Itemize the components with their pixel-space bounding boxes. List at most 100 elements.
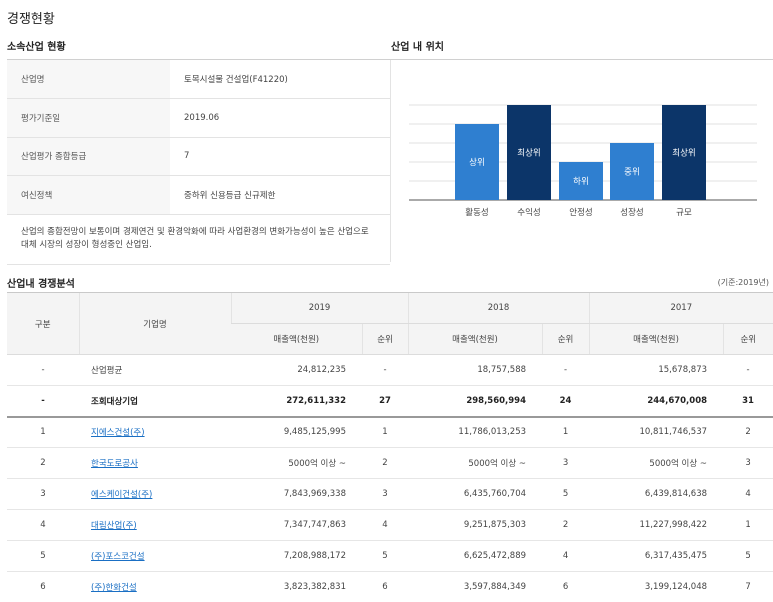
sales-2018-cell: 11,786,013,253 bbox=[408, 416, 543, 448]
row-company-cell: 한국도로공사 bbox=[79, 447, 231, 479]
bar-level-label: 하위 bbox=[573, 176, 589, 187]
category-tick-label: 활동성 bbox=[465, 207, 488, 218]
rank-2017-cell: 31 bbox=[723, 385, 773, 418]
row-group-cell: 2 bbox=[7, 447, 79, 479]
rank-2019-cell: 2 bbox=[362, 447, 409, 479]
info-value: 중하위 신용등급 신규제한 bbox=[170, 175, 390, 215]
page-title: 경쟁현황 bbox=[7, 12, 55, 27]
header-year-2019: 2019 bbox=[230, 292, 409, 324]
bar-level-label: 최상위 bbox=[672, 148, 695, 159]
bar-level-label: 최상위 bbox=[517, 148, 540, 159]
header-sales: 매출액(천원) bbox=[588, 323, 724, 355]
rank-2017-cell: 3 bbox=[723, 447, 773, 479]
rank-2019-cell: 6 bbox=[362, 571, 409, 602]
info-label: 여신정책 bbox=[7, 175, 170, 215]
sales-2019-cell: 24,812,235 bbox=[231, 354, 362, 386]
sales-2017-cell: 6,317,435,475 bbox=[589, 540, 724, 572]
rank-2017-cell: 4 bbox=[723, 478, 773, 510]
rank-2018-cell: 24 bbox=[542, 385, 590, 418]
row-company-cell: 대림산업(주) bbox=[79, 509, 231, 541]
sales-2018-cell: 6,435,760,704 bbox=[408, 478, 543, 510]
row-group-cell: - bbox=[7, 354, 79, 386]
rank-2018-cell: - bbox=[542, 354, 590, 386]
header-group: 구분 bbox=[7, 292, 79, 355]
rank-2019-cell: 27 bbox=[362, 385, 409, 418]
company-link[interactable]: 에스케이건설(주) bbox=[91, 490, 152, 500]
company-link[interactable]: (주)포스코건설 bbox=[91, 552, 145, 562]
info-value: 2019.06 bbox=[170, 98, 390, 138]
header-sales: 매출액(천원) bbox=[231, 323, 362, 355]
info-label: 산업평가 종합등급 bbox=[7, 137, 170, 176]
competition-table: 구분 기업명 2019 2018 2017 매출액(천원) 순위 매출액(천원)… bbox=[7, 292, 773, 602]
sales-2018-cell: 6,625,472,889 bbox=[408, 540, 543, 572]
rank-2017-cell: - bbox=[723, 354, 773, 386]
header-rank: 순위 bbox=[722, 323, 773, 355]
header-rank: 순위 bbox=[541, 323, 590, 355]
sales-2019-cell: 7,208,988,172 bbox=[231, 540, 362, 572]
rank-2018-cell: 5 bbox=[542, 478, 590, 510]
rank-2019-cell: 5 bbox=[362, 540, 409, 572]
header-rank: 순위 bbox=[361, 323, 409, 355]
table-row: 1 지에스건설(주) 9,485,125,995 1 11,786,013,253 1 10… bbox=[7, 416, 773, 448]
info-label: 평가기준일 bbox=[7, 98, 170, 138]
table-row: 2 한국도로공사 5000억 이상 ~2 5000억 이상 ~3 5000억 이상 ~3 bbox=[7, 447, 773, 479]
category-tick-label: 수익성 bbox=[517, 207, 540, 218]
row-group-cell: - bbox=[7, 385, 79, 418]
info-value: 7 bbox=[170, 137, 390, 176]
info-row: 평가기준일 2019.06 bbox=[7, 98, 390, 138]
company-link[interactable]: 지에스건설(주) bbox=[91, 428, 145, 438]
sales-2017-cell: 15,678,873 bbox=[589, 354, 724, 386]
competition-title: 산업내 경쟁분석 bbox=[7, 279, 75, 290]
category-tick-label: 성장성 bbox=[620, 207, 643, 218]
rank-2017-cell: 1 bbox=[723, 509, 773, 541]
sales-2017-cell: 10,811,746,537 bbox=[589, 416, 724, 448]
header-year-2017: 2017 bbox=[588, 292, 773, 324]
sales-2018-cell: 9,251,875,303 bbox=[408, 509, 543, 541]
sales-2019-cell: 5000억 이상 ~ bbox=[231, 447, 362, 479]
info-label: 산업명 bbox=[7, 60, 170, 99]
industry-description: 산업의 종합전망이 보통이며 경제연건 및 환경악화에 따라 사업환경의 변화가… bbox=[7, 214, 390, 265]
row-group-cell: 1 bbox=[7, 416, 79, 448]
sales-2017-cell: 244,670,008 bbox=[589, 385, 724, 418]
rank-2018-cell: 6 bbox=[542, 571, 590, 602]
company-link[interactable]: (주)한화건설 bbox=[91, 583, 137, 593]
info-row: 산업명 토목시설물 건설업(F41220) bbox=[7, 60, 390, 99]
rank-2018-cell: 1 bbox=[542, 416, 590, 448]
rank-2017-cell: 7 bbox=[723, 571, 773, 602]
rank-2019-cell: 3 bbox=[362, 478, 409, 510]
industry-position-chart: 상위 활동성 최상위 수익성 하위 안정성 중위 성장성 최상위 규모 bbox=[391, 60, 773, 262]
sales-2019-cell: 7,347,747,863 bbox=[231, 509, 362, 541]
row-company-cell: 조회대상기업 bbox=[79, 385, 231, 418]
category-tick-label: 안정성 bbox=[569, 207, 592, 218]
industry-info-table: 산업명 토목시설물 건설업(F41220) 평가기준일 2019.06 산업평가… bbox=[7, 60, 390, 265]
sales-2017-cell: 3,199,124,048 bbox=[589, 571, 724, 602]
sales-2018-cell: 5000억 이상 ~ bbox=[408, 447, 543, 479]
sales-2019-cell: 3,823,382,831 bbox=[231, 571, 362, 602]
rank-2019-cell: - bbox=[362, 354, 409, 386]
rank-2018-cell: 4 bbox=[542, 540, 590, 572]
info-value: 토목시설물 건설업(F41220) bbox=[170, 60, 390, 99]
row-group-cell: 5 bbox=[7, 540, 79, 572]
info-row: 산업의 종합전망이 보통이며 경제연건 및 환경악화에 따라 사업환경의 변화가… bbox=[7, 214, 390, 265]
rank-2017-cell: 2 bbox=[723, 416, 773, 448]
position-chart-svg: 상위활동성 최상위수익성 하위안정성 중위성장성 최상위규모 bbox=[409, 104, 757, 218]
sales-2019-cell: 9,485,125,995 bbox=[231, 416, 362, 448]
rank-2019-cell: 4 bbox=[362, 509, 409, 541]
rank-2018-cell: 3 bbox=[542, 447, 590, 479]
info-row: 산업평가 종합등급 7 bbox=[7, 137, 390, 176]
row-company-cell: 산업평균 bbox=[79, 354, 231, 386]
table-row: - 조회대상기업 272,611,332 27 298,560,994 24 244,670… bbox=[7, 385, 773, 418]
row-group-cell: 6 bbox=[7, 571, 79, 602]
sales-2017-cell: 5000억 이상 ~ bbox=[589, 447, 724, 479]
rank-2017-cell: 5 bbox=[723, 540, 773, 572]
company-link[interactable]: 대림산업(주) bbox=[91, 521, 137, 531]
table-row: 5 (주)포스코건설 7,208,988,172 5 6,625,472,889 4 6,3… bbox=[7, 540, 773, 572]
rank-2019-cell: 1 bbox=[362, 416, 409, 448]
sales-2019-cell: 7,843,969,338 bbox=[231, 478, 362, 510]
header-company: 기업명 bbox=[78, 292, 231, 355]
row-group-cell: 4 bbox=[7, 509, 79, 541]
base-year-note: (기준:2019년) bbox=[717, 278, 769, 287]
sales-2018-cell: 298,560,994 bbox=[408, 385, 543, 418]
company-link[interactable]: 한국도로공사 bbox=[91, 459, 138, 469]
sales-2019-cell: 272,611,332 bbox=[231, 385, 362, 418]
